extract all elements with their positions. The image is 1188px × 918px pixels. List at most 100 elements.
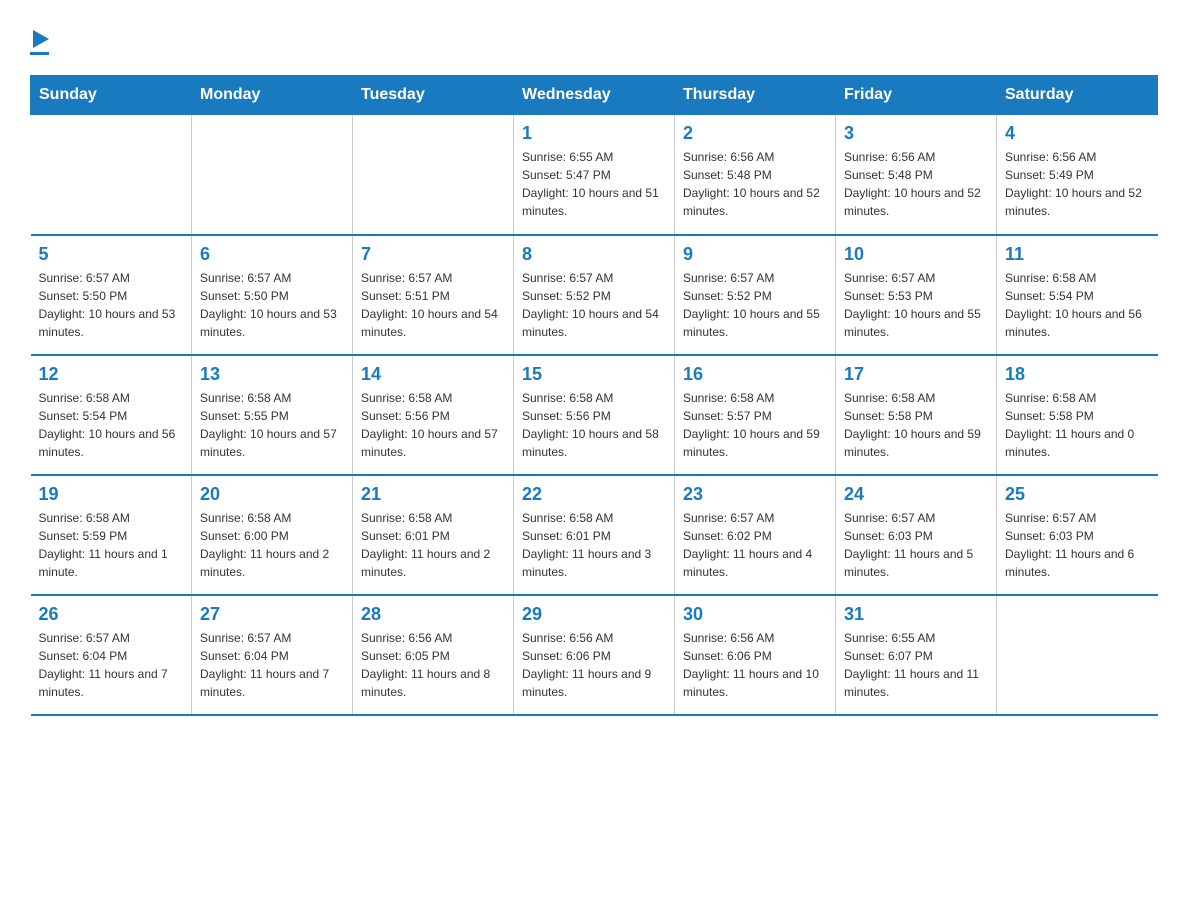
- day-info: Sunrise: 6:56 AM Sunset: 5:48 PM Dayligh…: [683, 148, 827, 220]
- day-number: 14: [361, 364, 505, 385]
- day-number: 30: [683, 604, 827, 625]
- column-header-saturday: Saturday: [997, 76, 1158, 115]
- day-info: Sunrise: 6:55 AM Sunset: 6:07 PM Dayligh…: [844, 629, 988, 701]
- calendar-table: SundayMondayTuesdayWednesdayThursdayFrid…: [30, 75, 1158, 716]
- day-number: 8: [522, 244, 666, 265]
- calendar-cell: 31 Sunrise: 6:55 AM Sunset: 6:07 PM Dayli…: [836, 595, 997, 715]
- calendar-cell: [31, 115, 192, 235]
- column-header-friday: Friday: [836, 76, 997, 115]
- calendar-cell: 30 Sunrise: 6:56 AM Sunset: 6:06 PM Dayli…: [675, 595, 836, 715]
- column-header-tuesday: Tuesday: [353, 76, 514, 115]
- calendar-week-row: 1 Sunrise: 6:55 AM Sunset: 5:47 PM Daylig…: [31, 115, 1158, 235]
- calendar-cell: 7 Sunrise: 6:57 AM Sunset: 5:51 PM Daylig…: [353, 235, 514, 355]
- calendar-cell: [353, 115, 514, 235]
- day-info: Sunrise: 6:57 AM Sunset: 6:04 PM Dayligh…: [200, 629, 344, 701]
- day-info: Sunrise: 6:58 AM Sunset: 5:57 PM Dayligh…: [683, 389, 827, 461]
- day-number: 29: [522, 604, 666, 625]
- calendar-cell: 19Sunrise: 6:58 AM Sunset: 5:59 PM Dayli…: [31, 475, 192, 595]
- logo-triangle-icon: [33, 30, 49, 48]
- calendar-cell: 6 Sunrise: 6:57 AM Sunset: 5:50 PM Daylig…: [192, 235, 353, 355]
- day-info: Sunrise: 6:58 AM Sunset: 5:58 PM Dayligh…: [1005, 389, 1150, 461]
- day-info: Sunrise: 6:58 AM Sunset: 6:01 PM Dayligh…: [522, 509, 666, 581]
- calendar-cell: 12 Sunrise: 6:58 AM Sunset: 5:54 PM Dayli…: [31, 355, 192, 475]
- day-info: Sunrise: 6:57 AM Sunset: 5:51 PM Dayligh…: [361, 269, 505, 341]
- calendar-cell: 20 Sunrise: 6:58 AM Sunset: 6:00 PM Dayli…: [192, 475, 353, 595]
- calendar-cell: 22 Sunrise: 6:58 AM Sunset: 6:01 PM Dayli…: [514, 475, 675, 595]
- calendar-cell: 3Sunrise: 6:56 AM Sunset: 5:48 PM Daylig…: [836, 115, 997, 235]
- day-info: Sunrise: 6:58 AM Sunset: 6:01 PM Dayligh…: [361, 509, 505, 581]
- day-number: 6: [200, 244, 344, 265]
- calendar-cell: 23 Sunrise: 6:57 AM Sunset: 6:02 PM Dayli…: [675, 475, 836, 595]
- day-number: 13: [200, 364, 344, 385]
- day-number: 21: [361, 484, 505, 505]
- calendar-cell: [192, 115, 353, 235]
- calendar-cell: 14Sunrise: 6:58 AM Sunset: 5:56 PM Dayli…: [353, 355, 514, 475]
- calendar-cell: 21 Sunrise: 6:58 AM Sunset: 6:01 PM Dayli…: [353, 475, 514, 595]
- day-info: Sunrise: 6:58 AM Sunset: 5:54 PM Dayligh…: [39, 389, 184, 461]
- calendar-cell: 9 Sunrise: 6:57 AM Sunset: 5:52 PM Daylig…: [675, 235, 836, 355]
- day-info: Sunrise: 6:57 AM Sunset: 5:52 PM Dayligh…: [522, 269, 666, 341]
- day-info: Sunrise: 6:56 AM Sunset: 6:05 PM Dayligh…: [361, 629, 505, 701]
- day-number: 23: [683, 484, 827, 505]
- day-info: Sunrise: 6:56 AM Sunset: 5:49 PM Dayligh…: [1005, 148, 1150, 220]
- day-number: 1: [522, 123, 666, 144]
- day-number: 19: [39, 484, 184, 505]
- logo-underline: [30, 52, 49, 55]
- day-number: 18: [1005, 364, 1150, 385]
- column-header-monday: Monday: [192, 76, 353, 115]
- calendar-cell: 18 Sunrise: 6:58 AM Sunset: 5:58 PM Dayli…: [997, 355, 1158, 475]
- day-info: Sunrise: 6:58 AM Sunset: 6:00 PM Dayligh…: [200, 509, 344, 581]
- day-info: Sunrise: 6:58 AM Sunset: 5:56 PM Dayligh…: [522, 389, 666, 461]
- day-info: Sunrise: 6:56 AM Sunset: 6:06 PM Dayligh…: [683, 629, 827, 701]
- calendar-week-row: 26 Sunrise: 6:57 AM Sunset: 6:04 PM Dayli…: [31, 595, 1158, 715]
- day-number: 25: [1005, 484, 1150, 505]
- day-number: 28: [361, 604, 505, 625]
- calendar-cell: 8 Sunrise: 6:57 AM Sunset: 5:52 PM Daylig…: [514, 235, 675, 355]
- day-number: 26: [39, 604, 184, 625]
- day-info: Sunrise: 6:57 AM Sunset: 6:04 PM Dayligh…: [39, 629, 184, 701]
- calendar-cell: 4 Sunrise: 6:56 AM Sunset: 5:49 PM Daylig…: [997, 115, 1158, 235]
- calendar-week-row: 19Sunrise: 6:58 AM Sunset: 5:59 PM Dayli…: [31, 475, 1158, 595]
- day-number: 3: [844, 123, 988, 144]
- day-info: Sunrise: 6:57 AM Sunset: 5:50 PM Dayligh…: [39, 269, 184, 341]
- day-info: Sunrise: 6:57 AM Sunset: 6:03 PM Dayligh…: [844, 509, 988, 581]
- day-info: Sunrise: 6:57 AM Sunset: 5:52 PM Dayligh…: [683, 269, 827, 341]
- calendar-cell: 11Sunrise: 6:58 AM Sunset: 5:54 PM Dayli…: [997, 235, 1158, 355]
- calendar-cell: 29 Sunrise: 6:56 AM Sunset: 6:06 PM Dayli…: [514, 595, 675, 715]
- day-number: 12: [39, 364, 184, 385]
- calendar-cell: 26 Sunrise: 6:57 AM Sunset: 6:04 PM Dayli…: [31, 595, 192, 715]
- day-info: Sunrise: 6:57 AM Sunset: 6:03 PM Dayligh…: [1005, 509, 1150, 581]
- day-info: Sunrise: 6:56 AM Sunset: 6:06 PM Dayligh…: [522, 629, 666, 701]
- day-number: 5: [39, 244, 184, 265]
- calendar-cell: 28 Sunrise: 6:56 AM Sunset: 6:05 PM Dayli…: [353, 595, 514, 715]
- day-info: Sunrise: 6:58 AM Sunset: 5:55 PM Dayligh…: [200, 389, 344, 461]
- day-number: 31: [844, 604, 988, 625]
- column-header-sunday: Sunday: [31, 76, 192, 115]
- calendar-cell: 5 Sunrise: 6:57 AM Sunset: 5:50 PM Daylig…: [31, 235, 192, 355]
- day-number: 20: [200, 484, 344, 505]
- day-number: 24: [844, 484, 988, 505]
- day-number: 22: [522, 484, 666, 505]
- calendar-cell: 16 Sunrise: 6:58 AM Sunset: 5:57 PM Dayli…: [675, 355, 836, 475]
- day-number: 4: [1005, 123, 1150, 144]
- calendar-cell: [997, 595, 1158, 715]
- day-number: 10: [844, 244, 988, 265]
- day-number: 2: [683, 123, 827, 144]
- day-number: 16: [683, 364, 827, 385]
- day-number: 7: [361, 244, 505, 265]
- day-number: 27: [200, 604, 344, 625]
- day-info: Sunrise: 6:57 AM Sunset: 6:02 PM Dayligh…: [683, 509, 827, 581]
- column-header-wednesday: Wednesday: [514, 76, 675, 115]
- calendar-cell: 24 Sunrise: 6:57 AM Sunset: 6:03 PM Dayli…: [836, 475, 997, 595]
- calendar-cell: 2 Sunrise: 6:56 AM Sunset: 5:48 PM Daylig…: [675, 115, 836, 235]
- day-info: Sunrise: 6:58 AM Sunset: 5:54 PM Dayligh…: [1005, 269, 1150, 341]
- calendar-cell: 17Sunrise: 6:58 AM Sunset: 5:58 PM Dayli…: [836, 355, 997, 475]
- day-number: 15: [522, 364, 666, 385]
- day-number: 17: [844, 364, 988, 385]
- logo: [30, 20, 49, 55]
- calendar-cell: 13 Sunrise: 6:58 AM Sunset: 5:55 PM Dayli…: [192, 355, 353, 475]
- day-info: Sunrise: 6:57 AM Sunset: 5:50 PM Dayligh…: [200, 269, 344, 341]
- column-header-thursday: Thursday: [675, 76, 836, 115]
- day-number: 9: [683, 244, 827, 265]
- day-info: Sunrise: 6:55 AM Sunset: 5:47 PM Dayligh…: [522, 148, 666, 220]
